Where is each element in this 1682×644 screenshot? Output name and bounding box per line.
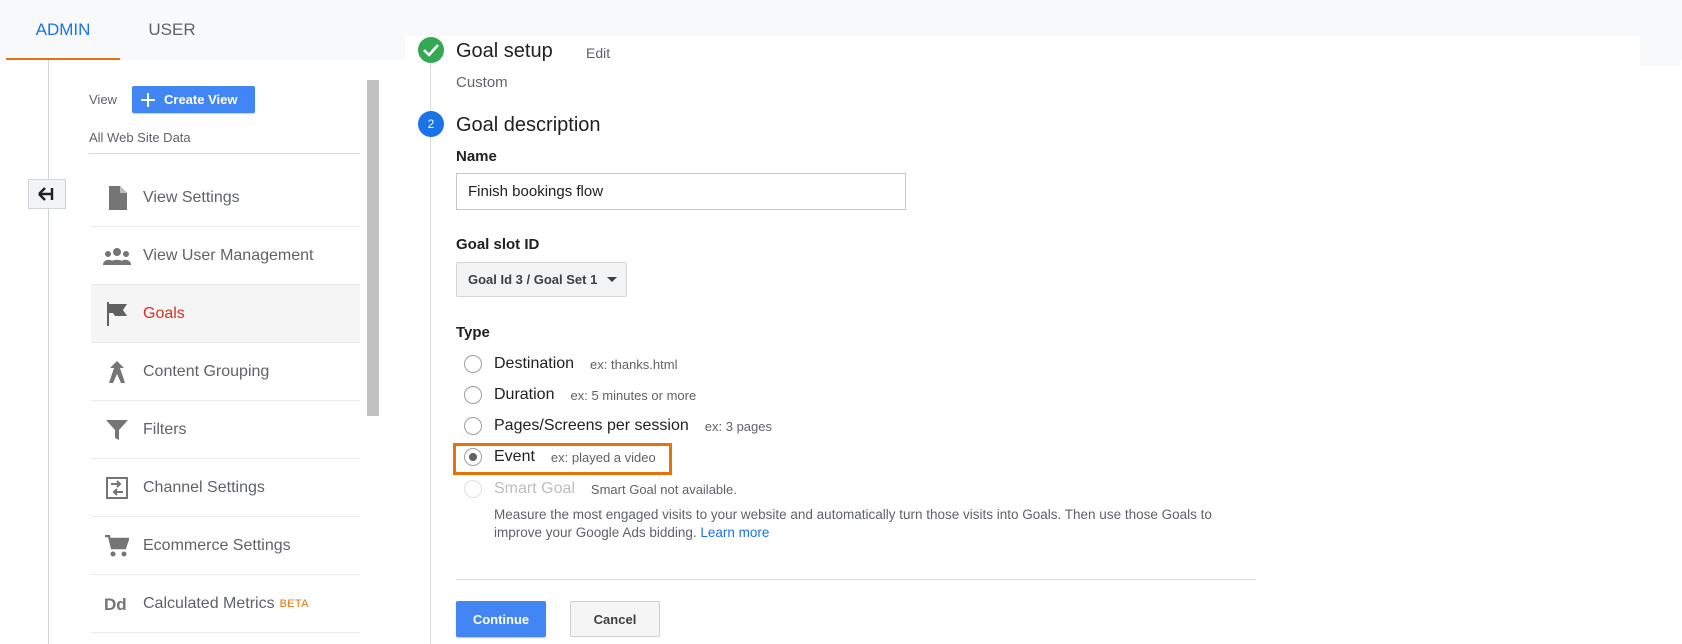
type-option-smart-goal: Smart Goal Smart Goal not available. — [464, 477, 737, 501]
view-label: View — [89, 92, 117, 107]
top-bar-right — [1640, 36, 1682, 66]
smart-goal-description-text: Measure the most engaged visits to your … — [494, 507, 1212, 540]
menu-item-content-grouping[interactable]: Content Grouping — [91, 343, 360, 401]
svg-text:Dd: Dd — [104, 595, 127, 613]
radio-button[interactable] — [464, 386, 482, 404]
type-option-label: Duration — [494, 386, 555, 403]
name-label: Name — [456, 148, 497, 165]
menu-item-view-settings[interactable]: View Settings — [91, 169, 360, 227]
goal-description-title: Goal description — [456, 114, 601, 136]
goal-setup-title: Goal setup — [456, 40, 553, 62]
type-option-label: Smart Goal — [494, 480, 575, 497]
type-option-duration[interactable]: Duration ex: 5 minutes or more — [464, 383, 696, 407]
view-selector[interactable]: All Web Site Data — [89, 130, 191, 145]
menu-item-view-user-management[interactable]: View User Management — [91, 227, 360, 285]
menu-item-filters[interactable]: Filters — [91, 401, 360, 459]
goal-setup-value: Custom — [456, 74, 508, 91]
goal-slot-label: Goal slot ID — [456, 236, 540, 253]
type-label: Type — [456, 324, 490, 341]
goal-setup-edit-link[interactable]: Edit — [586, 45, 610, 61]
menu-item-calculated-metrics[interactable]: Dd Calculated Metrics BETA — [91, 575, 360, 633]
radio-button-disabled — [464, 480, 482, 498]
menu-item-label: View User Management — [143, 246, 314, 264]
radio-button[interactable] — [464, 355, 482, 373]
type-option-label: Destination — [494, 355, 575, 372]
dd-icon: Dd — [91, 595, 143, 613]
tab-admin[interactable]: ADMIN — [6, 0, 120, 60]
content-grouping-icon — [91, 360, 143, 383]
menu-item-ecommerce-settings[interactable]: Ecommerce Settings — [91, 517, 360, 575]
flag-icon — [91, 301, 143, 326]
left-panel-scrollbar[interactable] — [367, 80, 379, 416]
back-arrow-icon — [38, 187, 54, 201]
type-option-example: ex: 5 minutes or more — [570, 387, 697, 403]
type-option-pages-screens[interactable]: Pages/Screens per session ex: 3 pages — [464, 414, 772, 438]
beta-badge: BETA — [279, 597, 309, 610]
menu-item-label: Ecommerce Settings — [143, 536, 291, 554]
back-button[interactable] — [28, 179, 66, 209]
create-view-button[interactable]: Create View — [132, 86, 255, 113]
type-option-example: ex: 3 pages — [704, 418, 772, 434]
type-option-example: ex: thanks.html — [590, 356, 678, 372]
view-selector-underline — [89, 153, 360, 154]
check-icon — [423, 44, 439, 57]
cart-icon — [91, 534, 143, 557]
cancel-button[interactable]: Cancel — [570, 601, 660, 637]
form-divider — [456, 579, 1256, 580]
menu-item-channel-settings[interactable]: Channel Settings — [91, 459, 360, 517]
menu-item-label: Calculated Metrics — [143, 594, 275, 612]
menu-item-label: Filters — [143, 420, 187, 438]
channel-settings-icon — [91, 476, 143, 499]
step-connector-line — [430, 60, 431, 644]
filter-icon — [91, 419, 143, 441]
smart-goal-description: Measure the most engaged visits to your … — [494, 506, 1254, 542]
plus-icon — [141, 92, 155, 107]
goal-slot-value: Goal Id 3 / Goal Set 1 — [468, 272, 598, 287]
document-icon — [91, 185, 143, 210]
panel-divider — [48, 60, 49, 644]
menu-item-label: Content Grouping — [143, 362, 270, 380]
caret-down-icon — [607, 277, 618, 282]
radio-button[interactable] — [464, 417, 482, 435]
menu-item-label: Goals — [143, 304, 185, 322]
goal-slot-dropdown[interactable]: Goal Id 3 / Goal Set 1 — [456, 262, 627, 297]
learn-more-link[interactable]: Learn more — [700, 525, 769, 540]
continue-button[interactable]: Continue — [456, 601, 546, 637]
menu-item-goals[interactable]: Goals — [91, 285, 360, 343]
tab-user[interactable]: USER — [120, 0, 224, 58]
goal-name-input[interactable] — [456, 173, 906, 210]
type-option-label: Pages/Screens per session — [494, 417, 689, 434]
admin-menu: View Settings View User Management Goals… — [91, 169, 360, 633]
step-number-badge: 2 — [418, 111, 444, 137]
menu-item-label: View Settings — [143, 188, 240, 206]
menu-item-label: Channel Settings — [143, 478, 265, 496]
type-option-destination[interactable]: Destination ex: thanks.html — [464, 352, 677, 376]
create-view-label: Create View — [164, 92, 238, 107]
type-option-note: Smart Goal not available. — [590, 481, 737, 497]
users-icon — [91, 247, 143, 265]
step-complete-icon — [418, 37, 444, 63]
event-highlight-box — [453, 443, 672, 475]
